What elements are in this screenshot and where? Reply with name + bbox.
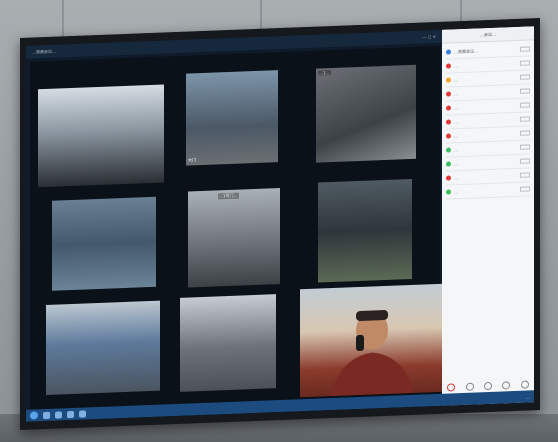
- participant-name: …: [454, 147, 458, 153]
- video-feed-yard[interactable]: [180, 294, 276, 392]
- participant-item[interactable]: …: [446, 182, 530, 200]
- participant-name: …: [454, 133, 458, 139]
- volume-indicator: [520, 88, 530, 94]
- video-feed-factory[interactable]: [318, 178, 412, 283]
- volume-indicator: [520, 46, 530, 52]
- participant-figure: [330, 310, 414, 397]
- tile-label: …1号门…: [218, 192, 239, 200]
- start-icon[interactable]: [30, 411, 38, 420]
- participant-name: …: [454, 63, 458, 69]
- window-controls[interactable]: — ☐ ✕: [423, 34, 436, 40]
- tile-label: …1…: [318, 70, 331, 76]
- volume-indicator: [520, 144, 530, 150]
- participant-name: …: [454, 91, 458, 97]
- volume-indicator: [520, 186, 530, 192]
- share-button[interactable]: [502, 381, 511, 390]
- volume-indicator: [520, 116, 530, 122]
- app-icon[interactable]: [55, 410, 62, 419]
- settings-button[interactable]: [520, 380, 529, 389]
- status-icon: [446, 147, 451, 153]
- status-icon: [446, 63, 451, 69]
- status-icon: [446, 119, 451, 125]
- status-icon: [446, 175, 451, 181]
- volume-indicator: [520, 130, 530, 136]
- video-feed-corridor[interactable]: …1号门… 大门: [188, 188, 280, 288]
- video-wall-monitor: …视频会议… — ☐ ✕ 大门 …1… …1号门… 大门: [20, 18, 540, 430]
- video-feed-construction[interactable]: [52, 196, 156, 291]
- participant-name: …: [454, 161, 458, 167]
- participant-name: …: [454, 189, 458, 195]
- status-icon: [446, 105, 451, 111]
- video-feed-gate[interactable]: 大门: [186, 70, 278, 166]
- status-icon: [446, 189, 451, 195]
- status-icon: [446, 161, 451, 167]
- video-feed-trucks[interactable]: [46, 300, 160, 396]
- app-icon[interactable]: [67, 410, 74, 418]
- status-icon: [446, 133, 451, 139]
- participant-name: …: [454, 105, 458, 111]
- video-feed-warehouse[interactable]: …1…: [316, 64, 416, 163]
- status-icon: [446, 49, 451, 55]
- volume-indicator: [520, 102, 530, 108]
- app-icon[interactable]: [43, 411, 50, 419]
- app-icon[interactable]: [79, 409, 86, 418]
- app-title: …视频会议…: [32, 48, 56, 55]
- participant-name: …: [454, 119, 458, 125]
- taskbar-clock: …: [526, 393, 530, 400]
- tile-tag: 大门: [188, 157, 196, 163]
- volume-indicator: [520, 172, 530, 178]
- participant-list: …视频会议… … … … … … … … … … …: [442, 40, 534, 202]
- hangup-button[interactable]: [447, 383, 456, 392]
- status-icon: [446, 77, 451, 83]
- participant-name: …: [454, 175, 458, 181]
- video-wall-grid: 大门 …1… …1号门… 大门: [30, 45, 444, 420]
- video-feed-lobby[interactable]: [38, 84, 164, 188]
- participant-name: …: [454, 77, 458, 83]
- status-icon: [446, 91, 451, 97]
- video-call-participant[interactable]: [300, 283, 444, 398]
- participant-name: …视频会议…: [454, 47, 478, 54]
- mic-button[interactable]: [465, 382, 474, 391]
- volume-indicator: [520, 74, 530, 80]
- volume-indicator: [520, 60, 530, 66]
- volume-indicator: [520, 158, 530, 164]
- participant-panel: …会议… …视频会议……………………………: [442, 26, 534, 406]
- camera-button[interactable]: [483, 381, 492, 391]
- screen: …视频会议… — ☐ ✕ 大门 …1… …1号门… 大门: [26, 26, 534, 422]
